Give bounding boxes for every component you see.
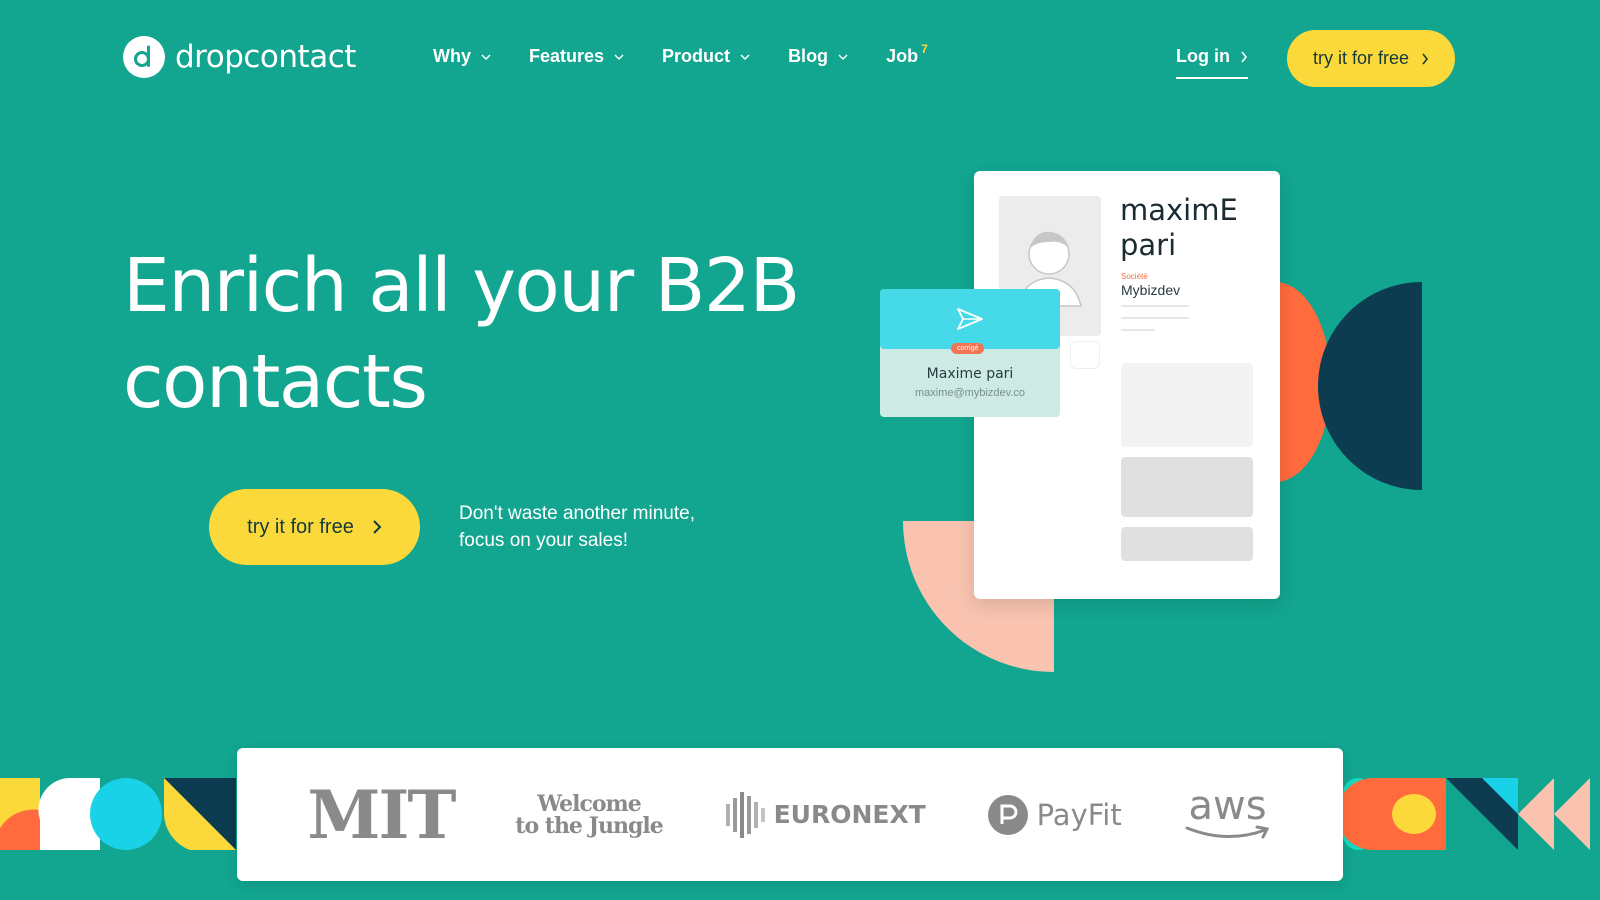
card-name-line1: maximE — [1120, 193, 1238, 227]
card-name-line2: pari — [1120, 228, 1177, 262]
hero-title: Enrich all your B2B contacts — [123, 238, 800, 430]
nav-item-label: Why — [433, 46, 471, 66]
nav-item-label: Features — [529, 46, 605, 66]
payfit-logo: PayFit — [987, 794, 1122, 836]
card-company-label: Société — [1121, 272, 1148, 281]
mit-logo: MIT — [307, 775, 456, 854]
chevron-right-icon — [373, 520, 382, 534]
chevron-down-icon — [481, 53, 491, 60]
navy-half-shape — [1318, 282, 1422, 490]
euronext-mark-icon — [725, 791, 765, 838]
header-try-free-button[interactable]: try it for free — [1287, 30, 1455, 87]
euronext-text: EURONEXT — [773, 800, 926, 829]
popup-contact-email: maxime@mybizdev.co — [915, 387, 1025, 399]
login-label: Log in — [1176, 46, 1230, 66]
aws-logo: aws — [1183, 782, 1273, 842]
aws-text: aws — [1188, 782, 1267, 829]
chevron-down-icon — [614, 53, 624, 60]
nav-item-label: Job — [886, 46, 919, 66]
nav-item-blog[interactable]: Blog — [788, 46, 848, 67]
job-count-badge: 7 — [921, 41, 928, 56]
hero-subtitle-line1: Don't waste another minute, — [459, 503, 695, 524]
partner-logos-strip: MIT Welcome to the Jungle EURONEXT PayFi… — [0, 748, 1600, 900]
nav-item-label: Blog — [788, 46, 829, 66]
enriched-contact-popup: corrigé Maxime pari maxime@mybizdev.co — [880, 289, 1060, 417]
chevron-right-icon — [1422, 53, 1429, 64]
nav-item-label: Product — [662, 46, 731, 66]
hero-illustration: maximE pari Société Mybizdev corrigé Max… — [870, 165, 1430, 685]
card-contact-name: maximE pari — [1120, 193, 1238, 263]
wttj-logo-text: Welcome to the Jungle — [515, 793, 663, 839]
chevron-down-icon — [740, 53, 750, 60]
site-header: dropcontact Why Features Product Blog Jo… — [0, 0, 1600, 115]
welcome-to-the-jungle-logo: Welcome to the Jungle — [515, 793, 663, 839]
partner-logos-panel: MIT Welcome to the Jungle EURONEXT PayFi… — [237, 748, 1343, 881]
nav-item-product[interactable]: Product — [662, 46, 750, 67]
card-placeholder-box — [1070, 341, 1100, 369]
corrected-badge: corrigé — [951, 343, 985, 354]
card-placeholder-block — [1121, 527, 1253, 561]
nav-item-features[interactable]: Features — [529, 46, 624, 67]
hero-subtitle-line2: focus on your sales! — [459, 530, 628, 551]
hero-try-free-button[interactable]: try it for free — [209, 489, 420, 565]
hero-subtitle: Don't waste another minute, focus on you… — [459, 500, 695, 554]
brand-name: dropcontact — [175, 39, 356, 75]
nav-item-why[interactable]: Why — [433, 46, 491, 67]
euronext-logo: EURONEXT — [724, 790, 926, 840]
card-placeholder-line — [1121, 317, 1189, 319]
header-cta-label: try it for free — [1312, 48, 1410, 68]
brand-logo[interactable]: dropcontact — [123, 36, 356, 78]
card-placeholder-line — [1121, 329, 1155, 331]
login-link[interactable]: Log in — [1176, 46, 1248, 79]
chevron-right-icon — [1241, 51, 1248, 62]
chevron-down-icon — [838, 53, 848, 60]
hero-title-line1: Enrich all your B2B — [123, 243, 800, 329]
card-placeholder-line — [1121, 305, 1189, 307]
card-placeholder-block — [1121, 363, 1253, 447]
card-placeholder-block — [1121, 457, 1253, 517]
popup-contact-name: Maxime pari — [926, 366, 1014, 382]
payfit-mark-icon — [987, 794, 1028, 835]
hero-title-line2: contacts — [123, 339, 428, 425]
dropcontact-logo-icon — [123, 36, 165, 78]
aws-smile-icon — [1185, 825, 1269, 838]
card-company-name: Mybizdev — [1121, 282, 1181, 298]
hero-cta-label: try it for free — [247, 515, 354, 538]
wttj-line2: to the Jungle — [515, 812, 663, 839]
payfit-text: PayFit — [1036, 797, 1122, 832]
main-nav: Why Features Product Blog Job 7 — [433, 42, 966, 67]
nav-item-job[interactable]: Job 7 — [886, 42, 928, 67]
send-icon — [957, 308, 983, 330]
popup-header — [880, 289, 1060, 349]
